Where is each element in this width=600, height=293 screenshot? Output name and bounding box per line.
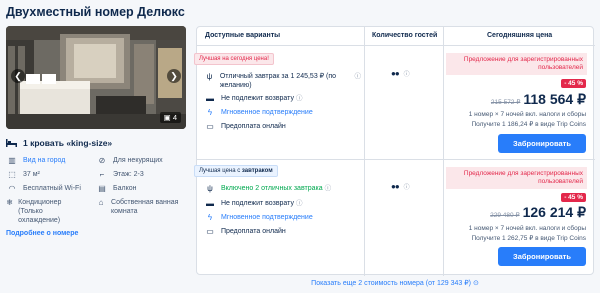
bed-label: 1 кровать «king-size» <box>23 138 113 148</box>
price-note: 1 номер × 7 ночей вкл. налоги и сборы <box>468 111 586 118</box>
wifi-icon: ◠ <box>8 184 16 193</box>
two-guests-icon: ●● <box>391 182 400 191</box>
best-price-badge: Лучшая на сегодня цена! <box>194 53 274 65</box>
member-promo: Предложение для зарегистрированных польз… <box>446 53 587 75</box>
no-smoking-icon: ⊘ <box>98 156 106 165</box>
offer1-instant-confirm: ϟ Мгновенное подтверждение <box>205 108 313 117</box>
info-icon[interactable]: ⓘ <box>296 199 303 208</box>
photo-next-button[interactable]: ❯ <box>167 69 181 83</box>
room-title: Двухместный номер Делюкс <box>6 5 185 19</box>
no-refund-icon: ▬ <box>206 199 214 208</box>
book-button[interactable]: Забронировать <box>498 247 586 266</box>
card-icon: ▭ <box>206 122 214 131</box>
offer1-no-refund: ▬ Не подлежит возврату ⓘ <box>206 94 303 103</box>
info-icon[interactable]: ⓘ <box>404 182 410 191</box>
lightning-icon: ϟ <box>207 108 213 117</box>
amenity-wifi: ◠ Бесплатный Wi-Fi <box>6 184 81 193</box>
amenity-bathroom: ⌂ Собственная ванная комната <box>96 198 191 216</box>
breakfast-icon: ψ <box>206 72 213 81</box>
member-promo: Предложение для зарегистрированных польз… <box>446 167 587 189</box>
room-details-link[interactable]: Подробнее о номере <box>6 230 78 237</box>
old-price: 229 480 ₽ <box>490 212 520 219</box>
stairs-icon: ⌐ <box>99 170 105 179</box>
amenity-balcony: ▤ Балкон <box>96 184 136 193</box>
discount-badge: - 45 % <box>561 193 586 202</box>
photo-prev-button[interactable]: ❮ <box>11 69 25 83</box>
offer2-prepay: ▭ Предоплата онлайн <box>206 227 286 236</box>
info-icon[interactable]: ⓘ <box>296 94 303 103</box>
no-refund-icon: ▬ <box>206 94 214 103</box>
bed-icon <box>6 139 17 147</box>
price-note: 1 номер × 7 ночей вкл. налоги и сборы <box>468 225 586 232</box>
photo-count-badge[interactable]: ▣ 4 <box>159 112 181 123</box>
offer1-prepay: ▭ Предоплата онлайн <box>206 122 286 131</box>
area-icon: ⬚ <box>8 170 16 179</box>
amenity-no-smoking: ⊘ Для некурящих <box>96 156 163 165</box>
offer2-price: 229 480 ₽ 126 214 ₽ <box>490 204 586 221</box>
row-divider <box>197 159 595 160</box>
info-icon[interactable]: ⓘ <box>404 69 410 78</box>
balcony-icon: ▤ <box>98 184 106 193</box>
ac-icon: ❄ <box>6 198 13 207</box>
current-price: 126 214 ₽ <box>522 204 586 220</box>
old-price: 215 572 ₽ <box>490 99 521 106</box>
column-divider <box>443 27 444 276</box>
trip-coins-note: Получите 1 186,24 ₽ в виде Trip Coins <box>471 121 586 128</box>
offers-table: Доступные варианты Количество гостей Сег… <box>194 26 595 276</box>
amenity-floor: ⌐ Этаж: 2-3 <box>96 170 144 179</box>
book-button[interactable]: Забронировать <box>498 134 586 153</box>
discount-badge: - 45 % <box>561 79 586 88</box>
chevron-down-icon: ⊙ <box>472 280 479 287</box>
current-price: 118 564 ₽ <box>523 91 586 107</box>
two-guests-icon: ●● <box>391 69 400 78</box>
offer1-breakfast: ψ Отличный завтрак за 1 245,53 ₽ (по жел… <box>206 72 362 89</box>
gallery-icon: ▣ <box>163 113 171 122</box>
city-view-icon: ▥ <box>8 156 16 165</box>
bathroom-icon: ⌂ <box>98 198 104 207</box>
offer1-guests: ●● ⓘ <box>391 69 410 78</box>
lightning-icon: ϟ <box>207 213 213 222</box>
column-divider <box>364 27 365 276</box>
best-breakfast-badge: Лучшая цена с завтраком <box>194 165 278 177</box>
amenity-ac: ❄ Кондиционер (Только охлаждение) <box>6 198 62 224</box>
header-options: Доступные варианты <box>205 32 281 39</box>
amenity-area: ⬚ 37 м² <box>6 170 40 179</box>
header-divider <box>197 45 595 46</box>
header-price: Сегодняшняя цена <box>487 32 553 39</box>
offer2-breakfast: ψ Включено 2 отличных завтрака ⓘ <box>205 184 331 193</box>
offer2-guests: ●● ⓘ <box>391 182 410 191</box>
card-icon: ▭ <box>206 227 214 236</box>
bed-info: 1 кровать «king-size» <box>6 138 112 148</box>
info-icon[interactable]: ⓘ <box>355 72 362 81</box>
header-guests: Количество гостей <box>372 32 438 39</box>
amenity-city-view: ▥ Вид на город <box>6 156 65 165</box>
show-more-link[interactable]: Показать еще 2 стоимость номера (от 129 … <box>196 279 594 287</box>
info-icon[interactable]: ⓘ <box>325 184 332 193</box>
offer1-price: 215 572 ₽ 118 564 ₽ <box>491 91 586 108</box>
breakfast-icon: ψ <box>207 184 213 193</box>
trip-coins-note: Получите 1 262,75 ₽ в виде Trip Coins <box>471 235 586 242</box>
offer2-instant-confirm: ϟ Мгновенное подтверждение <box>205 213 313 222</box>
room-photo[interactable]: ❮ ❯ ▣ 4 <box>6 26 186 129</box>
offer2-no-refund: ▬ Не подлежит возврату ⓘ <box>206 199 303 208</box>
